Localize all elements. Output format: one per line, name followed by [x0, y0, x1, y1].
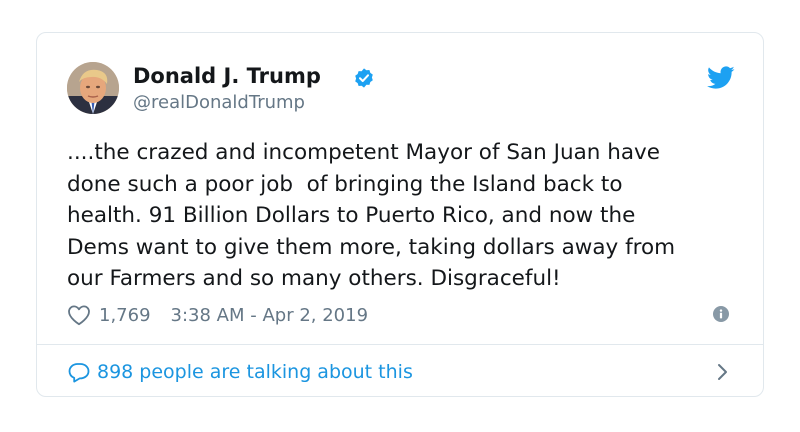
tweet-text: ....the crazed and incompetent Mayor of …	[67, 140, 676, 291]
conversation-link[interactable]: 898 people are talking about this	[67, 359, 413, 385]
heart-icon[interactable]	[67, 304, 91, 326]
tweet-meta: 1,769 3:38 AM - Apr 2, 2019	[67, 303, 368, 327]
avatar-portrait	[67, 62, 119, 114]
conversation-label: 898 people are talking about this	[97, 361, 413, 383]
avatar[interactable]	[67, 62, 119, 114]
info-icon[interactable]	[713, 306, 729, 322]
speech-bubble-icon	[68, 363, 90, 383]
divider	[37, 344, 763, 345]
twitter-bird-icon[interactable]	[707, 66, 735, 90]
tweet-timestamp[interactable]: 3:38 AM - Apr 2, 2019	[171, 305, 369, 326]
author-handle[interactable]: @realDonaldTrump	[133, 92, 305, 114]
verified-badge-icon	[355, 68, 373, 88]
author-display-name[interactable]: Donald J. Trump	[133, 63, 321, 89]
like-count[interactable]: 1,769	[99, 305, 151, 326]
tweet-card: Donald J. Trump @realDonaldTrump ....the…	[36, 32, 764, 397]
chevron-right-icon[interactable]	[717, 363, 729, 381]
